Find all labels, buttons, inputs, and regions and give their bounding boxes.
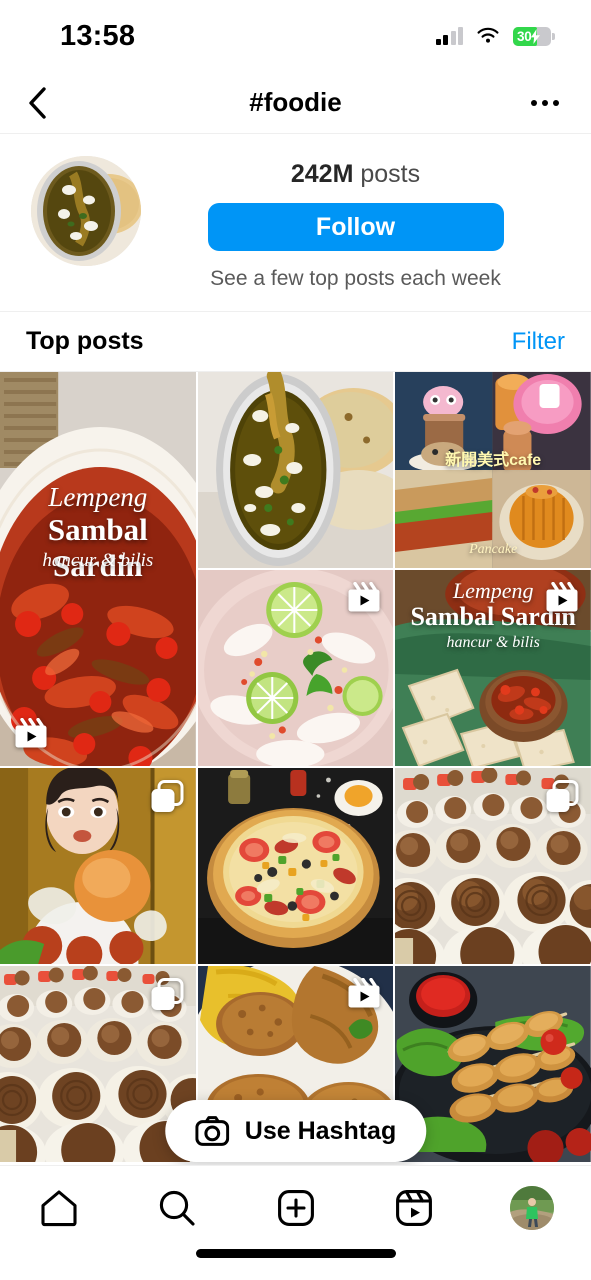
tab-search[interactable] <box>118 1182 236 1234</box>
grid-post-3[interactable]: 新開美式cafe Pancake <box>395 372 591 568</box>
more-options-button[interactable] <box>525 94 565 112</box>
post-4-image <box>197 570 394 766</box>
page-header: #foodie <box>0 72 591 134</box>
post-1-image <box>0 372 196 766</box>
profile-avatar <box>509 1186 554 1230</box>
post-2-image <box>197 372 394 568</box>
hashtag-avatar[interactable] <box>31 156 141 266</box>
tab-profile[interactable] <box>473 1182 591 1234</box>
page-title: #foodie <box>249 87 342 117</box>
grid-post-4[interactable] <box>197 570 394 766</box>
post-6-image <box>0 768 196 964</box>
posts-grid: Lempeng Sambal Sardin hancur & bilis 新開美… <box>0 372 591 1162</box>
grid-post-2[interactable] <box>197 372 394 568</box>
profile-avatar-image <box>509 1186 554 1230</box>
charging-bolt-icon <box>531 28 541 44</box>
use-hashtag-button[interactable]: Use Hashtag <box>164 1100 427 1162</box>
back-button[interactable] <box>26 86 60 120</box>
chevron-left-icon <box>29 86 46 119</box>
posts-count-value: 242M <box>290 160 354 188</box>
camera-icon <box>194 1116 229 1146</box>
instagram-hashtag-screen: 13:58 30 #foodie 242M posts Follow See a… <box>0 0 591 1280</box>
home-icon <box>41 1190 77 1227</box>
avatar-container[interactable] <box>26 156 146 266</box>
reels-icon <box>395 1190 432 1226</box>
post-7-image <box>197 768 394 964</box>
status-time: 13:58 <box>60 19 136 52</box>
bottom-navigation <box>0 1165 591 1280</box>
top-posts-bar: Top posts Filter <box>0 312 591 372</box>
tab-reels[interactable] <box>355 1182 473 1234</box>
more-options-icon <box>531 99 537 106</box>
grid-post-7[interactable] <box>197 768 394 964</box>
profile-subtitle: See a few top posts each week <box>210 267 501 290</box>
post-8-image <box>395 768 591 964</box>
avatar-image <box>31 156 141 266</box>
post-5-image <box>395 570 591 766</box>
status-bar: 13:58 30 <box>0 0 591 72</box>
grid-post-6[interactable] <box>0 768 196 964</box>
tab-home[interactable] <box>0 1182 118 1234</box>
plus-square-icon <box>277 1190 314 1226</box>
hashtag-profile: 242M posts Follow See a few top posts ea… <box>0 134 591 312</box>
grid-post-8[interactable] <box>395 768 591 964</box>
status-indicators: 30 <box>435 26 555 46</box>
follow-button[interactable]: Follow <box>207 203 504 251</box>
wifi-icon <box>477 27 499 43</box>
top-posts-title: Top posts <box>26 327 144 355</box>
cellular-signal-icon <box>435 27 463 45</box>
profile-details: 242M posts Follow See a few top posts ea… <box>146 156 565 291</box>
home-indicator <box>195 1249 396 1258</box>
posts-count-label: posts <box>360 160 421 188</box>
grid-post-1[interactable]: Lempeng Sambal Sardin hancur & bilis <box>0 372 196 766</box>
post-3-image <box>395 372 591 568</box>
posts-count: 242M posts <box>291 160 420 189</box>
tab-create[interactable] <box>236 1182 354 1234</box>
grid-post-5[interactable]: Lempeng Sambal Sardin hancur & bilis <box>395 570 591 766</box>
filter-button[interactable]: Filter <box>512 328 565 356</box>
use-hashtag-label: Use Hashtag <box>244 1116 397 1145</box>
battery-percent: 30 <box>517 28 532 44</box>
search-icon <box>160 1190 195 1226</box>
battery-charging-icon: 30 <box>513 26 555 46</box>
